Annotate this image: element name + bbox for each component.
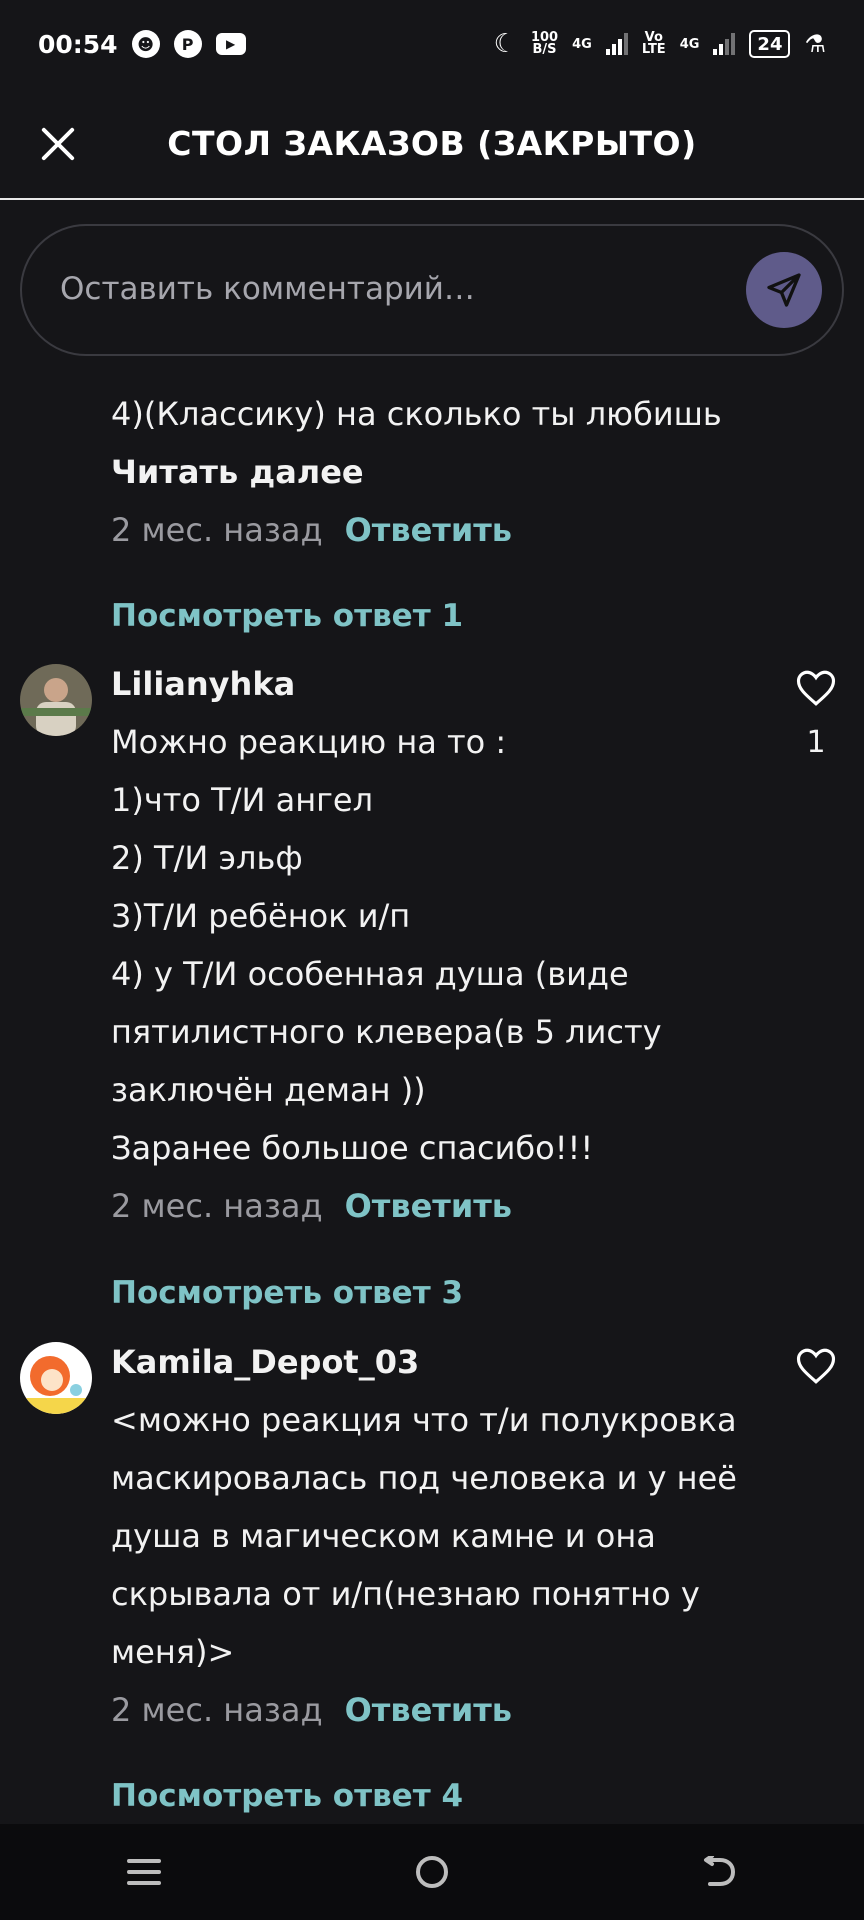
comment-author[interactable]: Kamila_Depot_03 xyxy=(111,1343,419,1381)
reply-button[interactable]: Ответить xyxy=(345,511,512,549)
net-speed: 100 B/S xyxy=(531,31,558,57)
comment-line: Можно реакцию на то : xyxy=(111,723,507,761)
avatar[interactable] xyxy=(20,664,92,736)
comment-line: заключён деман )) xyxy=(111,1071,426,1109)
signal-icon-1 xyxy=(605,33,628,55)
comment-line: скрывала от и/п(незнаю понятно у xyxy=(111,1575,700,1613)
comment-box xyxy=(20,224,844,356)
status-bar: 00:54 ☻ P ▶ ☾ 100 B/S 4G Vo LTE 4G 24 ⚗ xyxy=(0,0,864,88)
status-right: ☾ 100 B/S 4G Vo LTE 4G 24 ⚗ xyxy=(494,29,826,59)
comment-line: Заранее большое спасибо!!! xyxy=(111,1129,594,1167)
reply-button[interactable]: Ответить xyxy=(345,1187,512,1225)
heart-icon[interactable] xyxy=(795,668,837,708)
back-button[interactable] xyxy=(680,1842,760,1902)
network-label-1: 4G xyxy=(572,36,592,52)
app-notification-icon: ☻ xyxy=(131,30,160,58)
comments-feed: 4)(Классику) на сколько ты любишь Читать… xyxy=(0,360,864,1824)
comment-line: душа в магическом камне и она xyxy=(111,1517,656,1555)
moon-icon: ☾ xyxy=(493,29,517,59)
comment-line: 4)(Классику) на сколько ты любишь xyxy=(111,395,722,433)
comment-input[interactable] xyxy=(58,258,722,320)
signal-icon-2 xyxy=(713,33,736,55)
menu-icon xyxy=(127,1859,161,1885)
view-replies-button[interactable]: Посмотреть ответ 4 xyxy=(111,1778,463,1814)
send-button[interactable] xyxy=(746,252,822,328)
avatar-image xyxy=(20,1342,92,1414)
comment-time: 2 мес. назад xyxy=(111,511,323,549)
home-button[interactable] xyxy=(392,1842,472,1902)
avatar-image xyxy=(20,664,92,736)
comment-meta: 2 мес. назад Ответить xyxy=(111,511,512,549)
home-icon xyxy=(416,1856,448,1888)
comment-line: 2) Т/И эльф xyxy=(111,839,303,877)
header: СТОЛ ЗАКАЗОВ (ЗАКРЫТО) xyxy=(0,88,864,200)
network-label-3: 4G xyxy=(679,36,700,52)
send-icon xyxy=(767,273,801,307)
like-count: 1 xyxy=(806,725,826,760)
comment-line: пятилистного клевера(в 5 листу xyxy=(111,1013,662,1051)
battery-icon: 24 xyxy=(749,30,791,58)
view-replies-button[interactable]: Посмотреть ответ 1 xyxy=(111,598,463,634)
view-replies-button[interactable]: Посмотреть ответ 3 xyxy=(111,1275,463,1311)
volte-bottom: LTE xyxy=(641,42,666,57)
comment-time: 2 мес. назад xyxy=(111,1691,323,1729)
comment-time: 2 мес. назад xyxy=(111,1187,323,1225)
reply-button[interactable]: Ответить xyxy=(345,1691,512,1729)
battery-level: 24 xyxy=(757,33,783,55)
read-more-link[interactable]: Читать далее xyxy=(111,453,364,491)
comment-meta: 2 мес. назад Ответить xyxy=(111,1187,512,1225)
net-speed-unit: B/S xyxy=(532,42,557,57)
back-icon xyxy=(704,1856,736,1886)
comment-line: <можно реакция что т/и полукровка xyxy=(111,1401,737,1439)
menu-button[interactable] xyxy=(104,1842,184,1902)
comment-line: 3)Т/И ребёнок и/п xyxy=(111,897,411,935)
page-title: СТОЛ ЗАКАЗОВ (ЗАКРЫТО) xyxy=(167,124,697,163)
comment-author[interactable]: Lilianyhka xyxy=(111,665,295,703)
system-nav-bar xyxy=(0,1824,864,1920)
pinterest-icon: P xyxy=(173,30,202,58)
status-time: 00:54 xyxy=(38,29,118,59)
volte-label: Vo LTE xyxy=(641,31,666,57)
youtube-icon: ▶ xyxy=(215,33,246,55)
status-left: 00:54 ☻ P ▶ xyxy=(38,30,246,59)
flask-icon: ⚗ xyxy=(804,30,826,58)
comment-line: 1)что Т/И ангел xyxy=(111,781,374,819)
comment-line: меня)> xyxy=(111,1633,235,1671)
avatar[interactable] xyxy=(20,1342,92,1414)
comment-meta: 2 мес. назад Ответить xyxy=(111,1691,512,1729)
heart-icon[interactable] xyxy=(795,1346,837,1386)
comment-line: маскировалась под человека и у неё xyxy=(111,1459,737,1497)
comment-line: 4) у Т/И особенная душа (виде xyxy=(111,955,629,993)
